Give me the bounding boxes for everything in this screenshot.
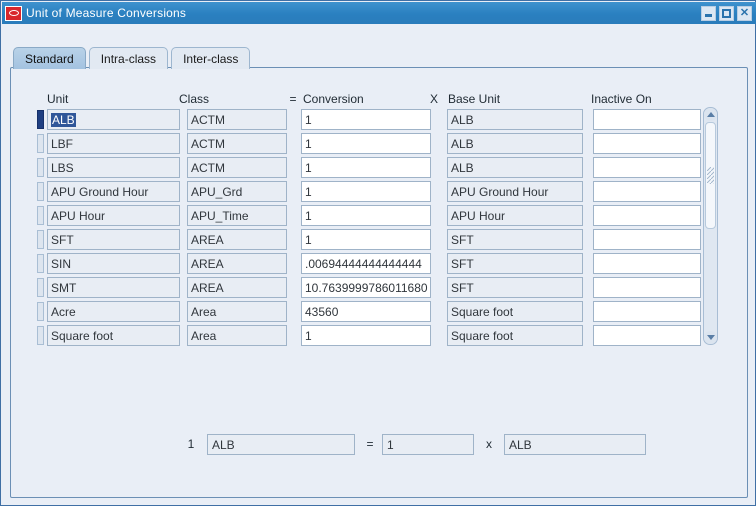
cell-inactive-on[interactable] bbox=[593, 229, 701, 250]
cell-class[interactable]: APU_Grd bbox=[187, 181, 287, 202]
cell-inactive-on[interactable] bbox=[593, 133, 701, 154]
cell-class[interactable]: ACTM bbox=[187, 133, 287, 154]
summary-unit-field[interactable]: ALB bbox=[207, 434, 355, 455]
tab-content-panel: Unit Class = Conversion X Base Unit Inac… bbox=[10, 67, 748, 498]
row-indicator[interactable] bbox=[37, 254, 44, 273]
scroll-up-arrow-icon[interactable] bbox=[704, 108, 717, 121]
cell-conversion[interactable]: 1 bbox=[301, 325, 431, 346]
oracle-logo-icon bbox=[5, 5, 22, 21]
minimize-icon[interactable] bbox=[701, 5, 716, 21]
cell-conversion[interactable]: 1 bbox=[301, 229, 431, 250]
scroll-thumb-grip-icon bbox=[707, 167, 714, 184]
close-icon[interactable]: ✕ bbox=[737, 5, 752, 21]
cell-unit[interactable]: SFT bbox=[47, 229, 180, 250]
cell-inactive-on[interactable] bbox=[593, 157, 701, 178]
cell-class[interactable]: AREA bbox=[187, 253, 287, 274]
cell-base-unit[interactable]: Square foot bbox=[447, 301, 583, 322]
cell-conversion[interactable]: 1 bbox=[301, 205, 431, 226]
cell-class[interactable]: Area bbox=[187, 301, 287, 322]
cell-unit[interactable]: LBS bbox=[47, 157, 180, 178]
cell-base-unit[interactable]: SFT bbox=[447, 277, 583, 298]
scrollbar-thumb[interactable] bbox=[705, 122, 716, 229]
cell-unit[interactable]: SIN bbox=[47, 253, 180, 274]
cell-class[interactable]: AREA bbox=[187, 229, 287, 250]
cell-conversion[interactable]: 10.7639999786011680 bbox=[301, 277, 431, 298]
row-indicator[interactable] bbox=[37, 134, 44, 153]
cell-conversion[interactable]: 1 bbox=[301, 133, 431, 154]
window-controls: ✕ bbox=[701, 5, 752, 21]
cell-class[interactable]: APU_Time bbox=[187, 205, 287, 226]
cell-inactive-on[interactable] bbox=[593, 205, 701, 226]
cell-base-unit[interactable]: SFT bbox=[447, 229, 583, 250]
cell-inactive-on[interactable] bbox=[593, 181, 701, 202]
row-indicator[interactable] bbox=[37, 158, 44, 177]
cell-unit[interactable]: LBF bbox=[47, 133, 180, 154]
title-bar: Unit of Measure Conversions ✕ bbox=[2, 2, 756, 24]
cell-inactive-on[interactable] bbox=[593, 253, 701, 274]
tab-standard[interactable]: Standard bbox=[13, 47, 86, 69]
cell-unit[interactable]: APU Ground Hour bbox=[47, 181, 180, 202]
grid-vertical-scrollbar[interactable] bbox=[703, 107, 718, 345]
cell-conversion[interactable]: 43560 bbox=[301, 301, 431, 322]
cell-inactive-on[interactable] bbox=[593, 325, 701, 346]
window-title: Unit of Measure Conversions bbox=[26, 6, 187, 20]
row-indicator[interactable] bbox=[37, 278, 44, 297]
cell-base-unit[interactable]: ALB bbox=[447, 109, 583, 130]
application-window: Unit of Measure Conversions ✕ Standard I… bbox=[0, 0, 756, 506]
summary-times-label: x bbox=[486, 437, 492, 451]
summary-equals-label: = bbox=[366, 437, 374, 451]
cell-class[interactable]: Area bbox=[187, 325, 287, 346]
conversion-summary: 1 ALB = 1 x ALB bbox=[11, 434, 749, 460]
cell-base-unit[interactable]: SFT bbox=[447, 253, 583, 274]
tab-strip: Standard Intra-class Inter-class bbox=[13, 45, 251, 69]
cell-base-unit[interactable]: ALB bbox=[447, 157, 583, 178]
scroll-down-arrow-icon[interactable] bbox=[704, 331, 717, 344]
cell-conversion[interactable]: 1 bbox=[301, 181, 431, 202]
row-indicator[interactable] bbox=[37, 182, 44, 201]
cell-base-unit[interactable]: Square foot bbox=[447, 325, 583, 346]
cell-conversion[interactable]: 1 bbox=[301, 157, 431, 178]
cell-unit[interactable]: ALB bbox=[47, 109, 180, 130]
cell-unit[interactable]: Square foot bbox=[47, 325, 180, 346]
cell-inactive-on[interactable] bbox=[593, 301, 701, 322]
row-indicator[interactable] bbox=[37, 326, 44, 345]
selected-text: ALB bbox=[51, 113, 76, 127]
cell-class[interactable]: ACTM bbox=[187, 157, 287, 178]
maximize-icon[interactable] bbox=[719, 5, 734, 21]
summary-quantity-label: 1 bbox=[187, 437, 195, 451]
cell-class[interactable]: AREA bbox=[187, 277, 287, 298]
cell-base-unit[interactable]: APU Hour bbox=[447, 205, 583, 226]
cell-base-unit[interactable]: APU Ground Hour bbox=[447, 181, 583, 202]
cell-inactive-on[interactable] bbox=[593, 277, 701, 298]
row-indicator[interactable] bbox=[37, 230, 44, 249]
cell-unit[interactable]: SMT bbox=[47, 277, 180, 298]
cell-unit[interactable]: APU Hour bbox=[47, 205, 180, 226]
row-indicator[interactable] bbox=[37, 302, 44, 321]
tab-intra-class[interactable]: Intra-class bbox=[88, 47, 169, 69]
tab-inter-class[interactable]: Inter-class bbox=[171, 47, 251, 69]
cell-class[interactable]: ACTM bbox=[187, 109, 287, 130]
cell-unit[interactable]: Acre bbox=[47, 301, 180, 322]
cell-conversion[interactable]: 1 bbox=[301, 109, 431, 130]
cell-inactive-on[interactable] bbox=[593, 109, 701, 130]
summary-conversion-field[interactable]: 1 bbox=[382, 434, 474, 455]
summary-base-unit-field[interactable]: ALB bbox=[504, 434, 646, 455]
cell-base-unit[interactable]: ALB bbox=[447, 133, 583, 154]
row-indicator[interactable] bbox=[37, 110, 44, 129]
row-indicator[interactable] bbox=[37, 206, 44, 225]
cell-conversion[interactable]: .00694444444444444 bbox=[301, 253, 431, 274]
